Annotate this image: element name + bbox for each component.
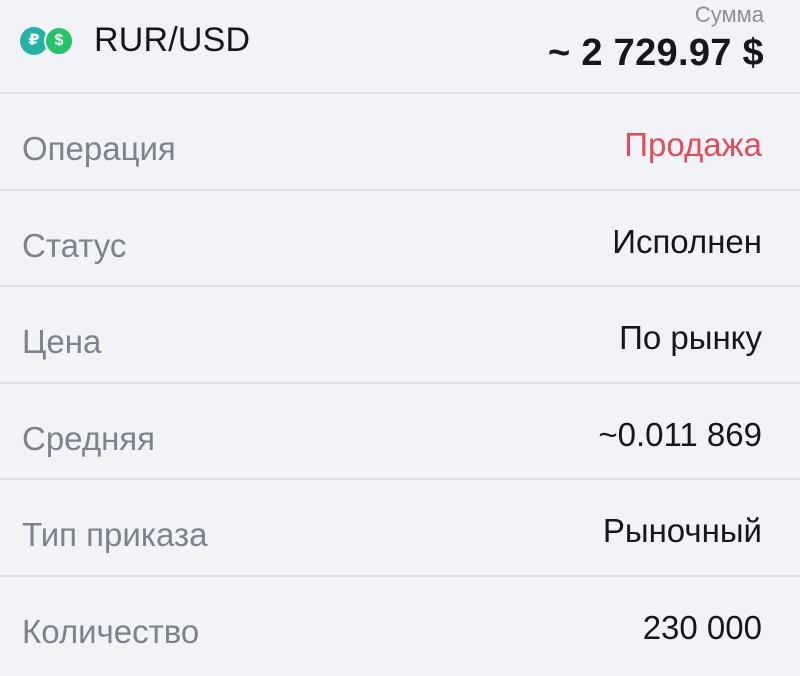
currency-pair-icons: ₽ $ bbox=[20, 24, 78, 56]
detail-row-order-type: Тип приказа Рыночный bbox=[0, 480, 800, 577]
detail-value-average: ~0.011 869 bbox=[598, 415, 762, 453]
detail-row-average: Средняя ~0.011 869 bbox=[0, 384, 800, 480]
sum-value: ~ 2 729.97 $ bbox=[548, 32, 764, 74]
currency-pair-name: RUR/USD bbox=[94, 20, 251, 59]
dollar-coin-icon: $ bbox=[44, 26, 74, 56]
detail-row-status: Статус Исполнен bbox=[0, 191, 800, 287]
detail-label: Статус bbox=[22, 226, 127, 264]
order-header: ₽ $ RUR/USD Сумма ~ 2 729.97 $ bbox=[0, 0, 800, 94]
detail-value-price: По рынку bbox=[619, 319, 762, 356]
order-details-screen: ₽ $ RUR/USD Сумма ~ 2 729.97 $ Операция … bbox=[0, 0, 800, 676]
detail-value-operation: Продажа bbox=[624, 126, 762, 163]
detail-value-status: Исполнен bbox=[612, 222, 762, 260]
currency-pair: ₽ $ RUR/USD bbox=[20, 20, 250, 60]
detail-label: Цена bbox=[22, 323, 102, 360]
order-detail-list: Операция Продажа Статус Исполнен Цена По… bbox=[0, 94, 800, 673]
detail-label: Количество bbox=[22, 612, 200, 650]
detail-label: Тип приказа bbox=[22, 516, 208, 553]
detail-value-quantity: 230 000 bbox=[642, 608, 762, 646]
detail-row-quantity: Количество 230 000 bbox=[0, 577, 800, 674]
sum-label: Сумма bbox=[694, 2, 764, 27]
detail-row-price: Цена По рынку bbox=[0, 287, 800, 384]
detail-label: Средняя bbox=[22, 419, 156, 457]
detail-label: Операция bbox=[22, 130, 176, 167]
detail-value-order-type: Рыночный bbox=[602, 512, 762, 549]
detail-row-operation: Операция Продажа bbox=[0, 94, 800, 191]
